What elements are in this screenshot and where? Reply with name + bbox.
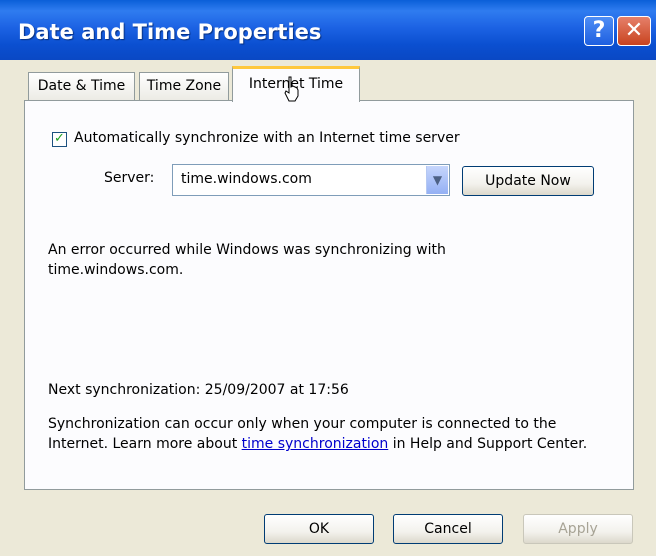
auto-sync-checkbox[interactable]: ✓	[52, 132, 67, 147]
auto-sync-label[interactable]: Automatically synchronize with an Intern…	[74, 130, 460, 146]
hand-pointer-icon	[284, 76, 299, 102]
info-text: Synchronization can occur only when your…	[48, 414, 614, 454]
close-icon: ✕	[624, 18, 644, 43]
close-button[interactable]: ✕	[617, 16, 651, 46]
tab-time-zone[interactable]: Time Zone	[139, 72, 229, 100]
check-icon: ✓	[54, 131, 65, 146]
help-icon: ?	[592, 18, 606, 43]
title-bar: Date and Time Properties ? ✕	[0, 0, 656, 60]
time-sync-link[interactable]: time synchronization	[242, 436, 389, 452]
error-message: An error occurred while Windows was sync…	[48, 242, 446, 278]
server-label: Server:	[104, 170, 155, 186]
info-suffix: in Help and Support Center.	[388, 436, 588, 452]
ok-button[interactable]: OK	[264, 514, 374, 544]
window-title: Date and Time Properties	[18, 20, 322, 44]
server-combobox[interactable]: time.windows.com ▼	[172, 164, 450, 196]
help-button[interactable]: ?	[584, 16, 614, 46]
chevron-down-icon[interactable]: ▼	[426, 166, 448, 194]
cancel-button[interactable]: Cancel	[393, 514, 503, 544]
tab-date-time[interactable]: Date & Time	[28, 72, 135, 100]
next-sync-text: Next synchronization: 25/09/2007 at 17:5…	[48, 382, 349, 398]
apply-button: Apply	[523, 514, 633, 544]
update-now-button[interactable]: Update Now	[462, 166, 594, 196]
server-value[interactable]: time.windows.com	[181, 171, 312, 187]
